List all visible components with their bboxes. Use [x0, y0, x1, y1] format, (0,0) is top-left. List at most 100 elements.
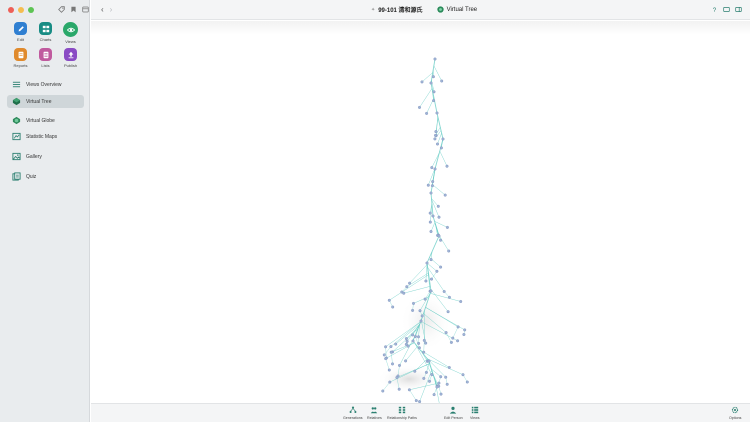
person-node[interactable] — [444, 375, 448, 379]
person-node[interactable] — [447, 249, 451, 253]
virtual-tree-graph[interactable] — [91, 21, 750, 403]
person-node[interactable] — [422, 350, 426, 354]
person-node[interactable] — [389, 345, 393, 349]
module-reports[interactable]: Reports — [8, 48, 33, 68]
person-node[interactable] — [382, 353, 386, 357]
person-node[interactable] — [405, 285, 409, 289]
person-node[interactable] — [424, 279, 428, 283]
person-node[interactable] — [444, 331, 448, 335]
person-node[interactable] — [404, 359, 408, 363]
person-node[interactable] — [433, 137, 437, 141]
person-node[interactable] — [461, 373, 465, 377]
single-window-icon[interactable] — [723, 6, 730, 13]
person-node[interactable] — [433, 167, 437, 171]
split-window-icon[interactable] — [735, 6, 742, 13]
person-node[interactable] — [434, 133, 438, 137]
person-node[interactable] — [429, 81, 433, 85]
person-node[interactable] — [413, 335, 417, 339]
nav-item-views-overview[interactable]: Views Overview — [7, 78, 84, 91]
person-node[interactable] — [412, 301, 416, 305]
person-node[interactable] — [418, 309, 422, 313]
person-node[interactable] — [434, 130, 438, 134]
person-node[interactable] — [425, 261, 429, 265]
person-node[interactable] — [456, 339, 460, 343]
person-node[interactable] — [436, 142, 440, 146]
person-node[interactable] — [381, 389, 385, 393]
person-node[interactable] — [445, 225, 449, 229]
person-node[interactable] — [418, 105, 422, 109]
person-node[interactable] — [432, 99, 436, 103]
person-node[interactable] — [445, 164, 449, 168]
person-node[interactable] — [439, 392, 443, 396]
zoom-window-button[interactable] — [28, 7, 34, 13]
person-node[interactable] — [430, 166, 434, 170]
person-node[interactable] — [417, 341, 421, 345]
person-node[interactable] — [411, 308, 415, 312]
person-node[interactable] — [435, 385, 439, 389]
person-node[interactable] — [414, 399, 418, 403]
person-node[interactable] — [430, 277, 434, 281]
relationship-paths-button[interactable]: Relationship Paths — [387, 406, 417, 420]
person-node[interactable] — [430, 184, 434, 188]
sidebar-settings-icon[interactable] — [82, 6, 89, 13]
person-node[interactable] — [462, 333, 466, 337]
person-node[interactable] — [395, 376, 399, 380]
person-node[interactable] — [436, 204, 440, 208]
person-node[interactable] — [432, 90, 436, 94]
forward-arrow-icon[interactable]: › — [110, 5, 113, 15]
nav-item-gallery[interactable]: Gallery — [7, 150, 84, 163]
person-node[interactable] — [443, 193, 447, 197]
person-node[interactable] — [404, 337, 408, 341]
edit-person-button[interactable]: Edit Person — [444, 406, 463, 420]
person-node[interactable] — [417, 346, 421, 350]
person-node[interactable] — [391, 362, 395, 366]
generations-button[interactable]: Generations — [343, 406, 363, 420]
person-node[interactable] — [435, 269, 439, 273]
person-node[interactable] — [437, 234, 441, 238]
person-node[interactable] — [449, 340, 453, 344]
person-node[interactable] — [431, 180, 435, 184]
person-node[interactable] — [404, 342, 408, 346]
person-node[interactable] — [384, 357, 388, 361]
person-node[interactable] — [451, 336, 455, 340]
person-node[interactable] — [398, 363, 402, 367]
person-node[interactable] — [424, 370, 428, 374]
bookmark-icon[interactable] — [70, 6, 77, 13]
person-node[interactable] — [411, 333, 415, 337]
person-node[interactable] — [388, 380, 392, 384]
person-node[interactable] — [411, 339, 415, 343]
person-node[interactable] — [384, 345, 388, 349]
person-node[interactable] — [439, 265, 443, 269]
person-node[interactable] — [439, 238, 443, 242]
nav-item-virtual-globe[interactable]: Virtual Globe — [7, 114, 84, 127]
person-node[interactable] — [439, 146, 443, 150]
person-node[interactable] — [400, 290, 404, 294]
person-node[interactable] — [426, 183, 430, 187]
person-node[interactable] — [431, 75, 435, 79]
relatives-button[interactable]: Relatives — [367, 406, 382, 420]
person-node[interactable] — [428, 220, 432, 224]
person-node[interactable] — [463, 328, 467, 332]
person-node[interactable] — [429, 289, 433, 293]
person-node[interactable] — [441, 137, 445, 141]
person-node[interactable] — [387, 298, 391, 302]
person-node[interactable] — [456, 325, 460, 329]
views-button[interactable]: Views — [470, 406, 480, 420]
person-node[interactable] — [422, 338, 426, 342]
nav-item-virtual-tree[interactable]: Virtual Tree — [7, 95, 84, 108]
person-node[interactable] — [439, 375, 443, 379]
close-window-button[interactable] — [8, 7, 14, 13]
person-node[interactable] — [394, 342, 398, 346]
person-node[interactable] — [389, 350, 393, 354]
module-views[interactable]: Views — [58, 22, 83, 44]
person-node[interactable] — [435, 111, 439, 115]
person-node[interactable] — [445, 382, 449, 386]
person-node[interactable] — [446, 310, 450, 314]
person-node[interactable] — [430, 373, 434, 377]
help-icon[interactable]: ? — [711, 6, 718, 13]
person-node[interactable] — [420, 80, 424, 84]
person-node[interactable] — [429, 191, 433, 195]
back-arrow-icon[interactable]: ‹ — [101, 5, 104, 15]
module-lists[interactable]: Lists — [33, 48, 58, 68]
person-node[interactable] — [429, 258, 433, 262]
